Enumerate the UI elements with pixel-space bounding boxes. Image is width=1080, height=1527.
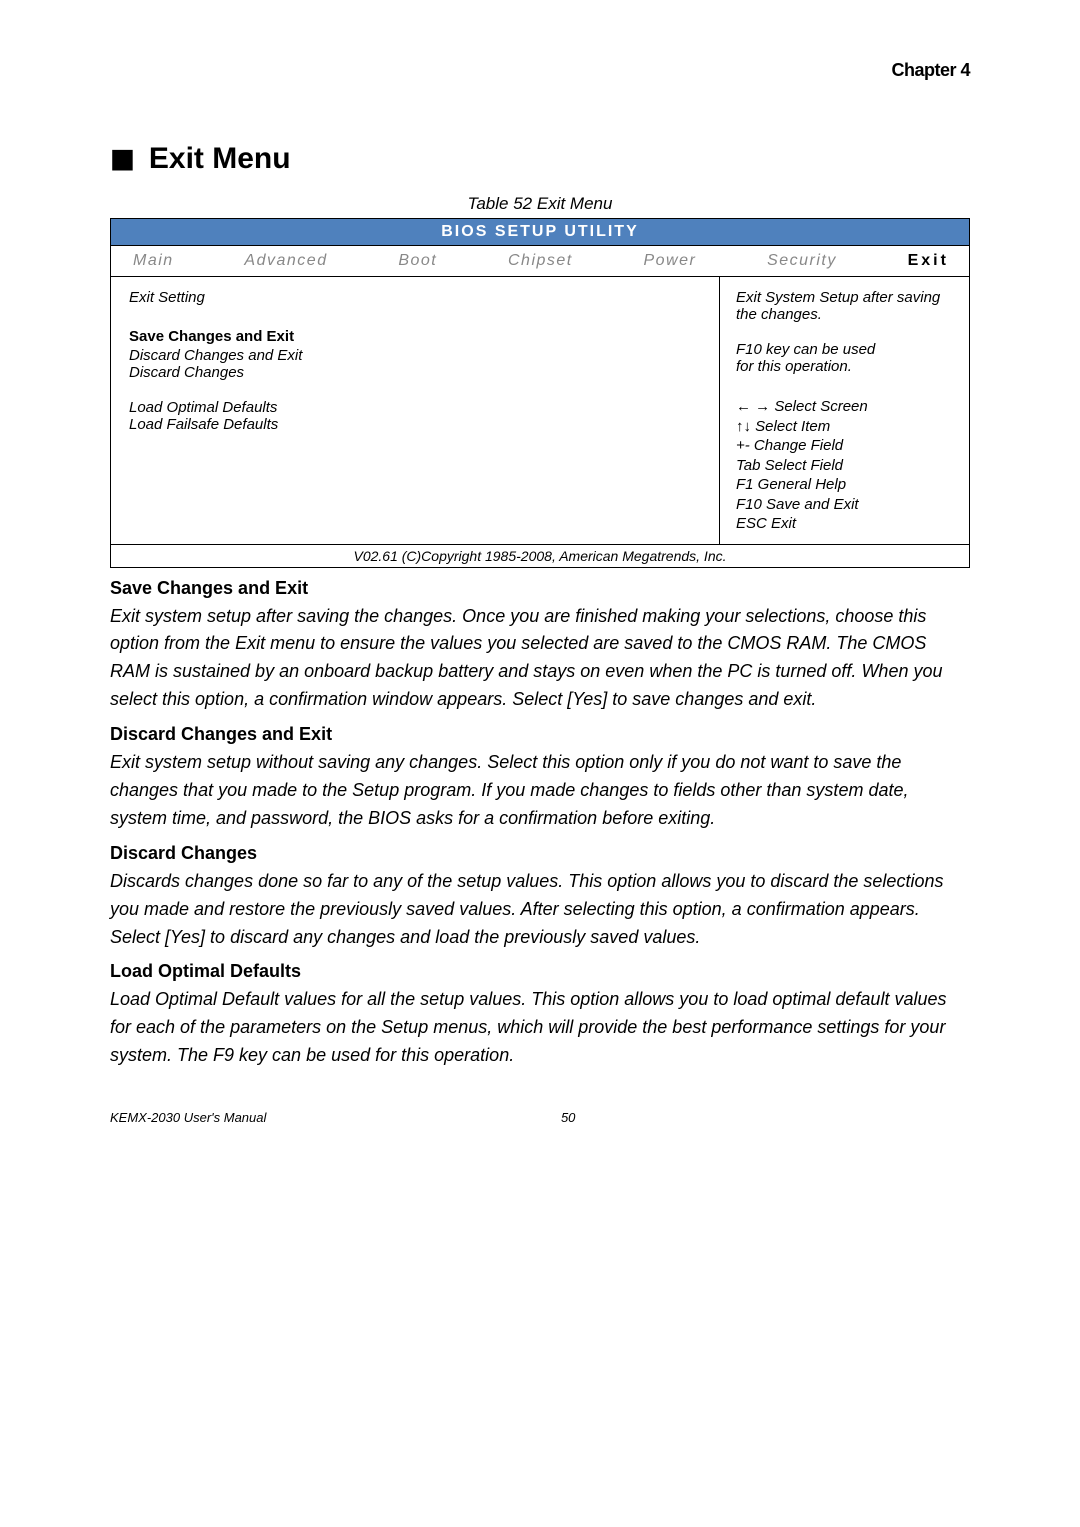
tab-chipset[interactable]: Chipset — [508, 252, 573, 270]
section-load-optimal-body: Load Optimal Default values for all the … — [110, 986, 970, 1070]
bios-left-panel: Exit Setting Save Changes and Exit Disca… — [111, 277, 719, 544]
bios-title-bar: BIOS SETUP UTILITY — [111, 219, 969, 246]
help-f10-line2: for this operation. — [736, 358, 953, 375]
table-caption: Table 52 Exit Menu — [110, 194, 970, 214]
help-save-exit: F10 Save and Exit — [736, 495, 953, 515]
tab-power[interactable]: Power — [643, 252, 696, 270]
tab-exit[interactable]: Exit — [908, 252, 949, 270]
tab-boot[interactable]: Boot — [398, 252, 437, 270]
help-desc-line1: Exit System Setup after saving — [736, 289, 953, 306]
option-discard-changes[interactable]: Discard Changes — [129, 364, 701, 381]
section-discard-changes-exit-heading: Discard Changes and Exit — [110, 724, 970, 745]
section-load-optimal-heading: Load Optimal Defaults — [110, 961, 970, 982]
tab-security[interactable]: Security — [767, 252, 837, 270]
bios-table: BIOS SETUP UTILITY Main Advanced Boot Ch… — [110, 218, 970, 568]
help-change-field: +- Change Field — [736, 436, 953, 456]
help-f10-line1: F10 key can be used — [736, 341, 953, 358]
section-discard-changes-body: Discards changes done so far to any of t… — [110, 868, 970, 952]
bios-right-help-panel: Exit System Setup after saving the chang… — [719, 277, 969, 544]
footer-manual-name: KEMX-2030 User's Manual — [110, 1110, 266, 1125]
help-select-item: ↑↓ Select Item — [736, 417, 953, 437]
help-tab-select-field: Tab Select Field — [736, 456, 953, 476]
option-load-failsafe-defaults[interactable]: Load Failsafe Defaults — [129, 416, 701, 433]
section-save-changes-body: Exit system setup after saving the chang… — [110, 603, 970, 715]
help-general-help: F1 General Help — [736, 475, 953, 495]
help-select-screen: ← → Select Screen — [736, 397, 953, 417]
section-save-changes-heading: Save Changes and Exit — [110, 578, 970, 599]
help-esc-exit: ESC Exit — [736, 514, 953, 534]
tab-main[interactable]: Main — [133, 252, 174, 270]
bios-body: Exit Setting Save Changes and Exit Disca… — [111, 277, 969, 544]
option-load-optimal-defaults[interactable]: Load Optimal Defaults — [129, 399, 701, 416]
tab-advanced[interactable]: Advanced — [244, 252, 327, 270]
bios-footer: V02.61 (C)Copyright 1985-2008, American … — [111, 544, 969, 567]
footer-page-number: 50 — [561, 1110, 575, 1125]
help-desc-line2: the changes. — [736, 306, 953, 323]
section-discard-changes-heading: Discard Changes — [110, 843, 970, 864]
main-heading: ◼ Exit Menu — [110, 141, 970, 176]
chapter-label: Chapter 4 — [110, 60, 970, 81]
page-footer: KEMX-2030 User's Manual 50 — [110, 1110, 970, 1125]
option-discard-changes-exit[interactable]: Discard Changes and Exit — [129, 347, 701, 364]
bullet-square-icon: ◼ — [110, 142, 135, 175]
heading-text: Exit Menu — [149, 142, 291, 175]
section-discard-changes-exit-body: Exit system setup without saving any cha… — [110, 749, 970, 833]
option-save-changes-exit[interactable]: Save Changes and Exit — [129, 328, 701, 345]
bios-menu-tabs: Main Advanced Boot Chipset Power Securit… — [111, 246, 969, 277]
exit-setting-label: Exit Setting — [129, 289, 701, 306]
